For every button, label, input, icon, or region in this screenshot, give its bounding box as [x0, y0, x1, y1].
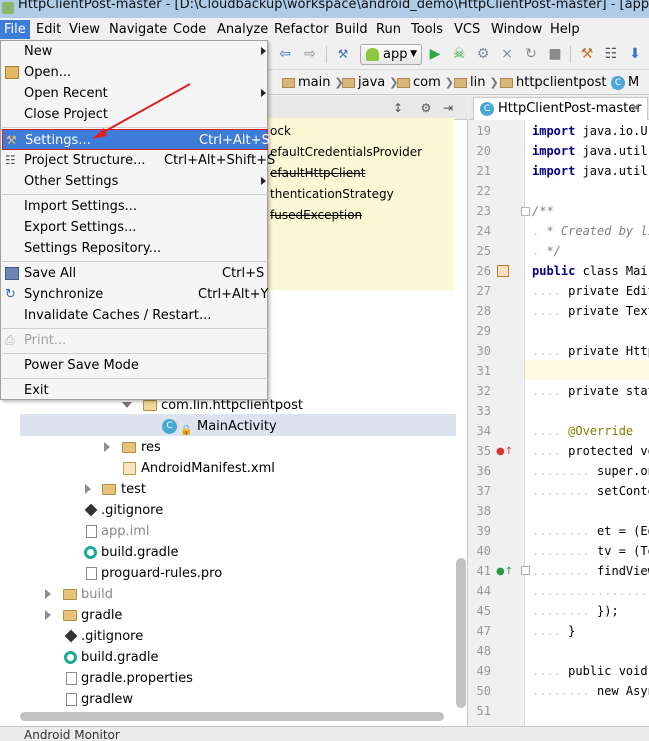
annotation-arrow: [92, 83, 191, 139]
